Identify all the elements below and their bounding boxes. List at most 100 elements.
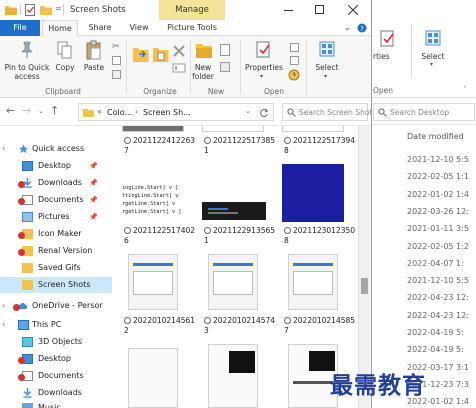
sidebar-item-3d-objects[interactable]: 3D Objects	[0, 334, 112, 350]
svg-text:?: ?	[360, 25, 364, 33]
sidebar-item-renal-version[interactable]: Renal Version	[0, 243, 112, 259]
history-icon[interactable]	[288, 69, 300, 81]
maximize-button[interactable]	[308, 2, 332, 18]
address-dropdown-icon[interactable]: ⌄	[245, 107, 251, 115]
column-header-date-modified[interactable]: Date modified	[407, 132, 464, 141]
forward-button[interactable]: →	[22, 104, 31, 117]
sidebar-item-documents-pc[interactable]: Documents	[0, 368, 112, 384]
rename-icon[interactable]	[172, 63, 186, 73]
sidebar-item-downloads[interactable]: Downloads 📌	[0, 175, 112, 191]
file-name[interactable]: 2021122412263 7	[124, 136, 198, 156]
tab-share[interactable]: Share	[82, 20, 118, 36]
file-thumbnail[interactable]	[202, 202, 266, 220]
properties-button[interactable]: Properties ▾	[242, 39, 286, 85]
scrollbar-thumb[interactable]	[361, 278, 368, 294]
sidebar-item-desktop[interactable]: Desktop 📌	[0, 158, 112, 174]
pin-to-quick-access-button[interactable]: Pin to Quick access	[2, 39, 52, 85]
file-name[interactable]: 2022010214574 3	[204, 316, 278, 336]
breadcrumb-screen-shots[interactable]: Screen Sh...	[143, 108, 191, 117]
file-name[interactable]: 2021122517402 6	[124, 226, 198, 246]
easy-access-icon[interactable]	[220, 62, 230, 72]
sidebar-item-onedrive[interactable]: › OneDrive - Persor	[0, 298, 112, 314]
new-folder-label: New folder	[192, 63, 214, 81]
move-to-icon[interactable]	[132, 44, 150, 64]
back-search-box[interactable]: Search Desktop	[373, 103, 475, 121]
background-explorer-window: rties Select ▾ Open ˆ Search Desktop Dat…	[360, 0, 476, 408]
copy-to-icon[interactable]	[152, 44, 170, 64]
paste-shortcut-icon[interactable]	[112, 70, 121, 79]
file-name[interactable]: 2021122517394 8	[284, 136, 358, 156]
copy-button[interactable]: Copy	[52, 39, 78, 85]
quick-access-toolbar-dropdown-icon[interactable]: =	[55, 4, 62, 13]
search-input[interactable]: Search Screen Shots	[282, 103, 371, 121]
properties-quick-icon[interactable]	[25, 4, 36, 16]
sidebar-item-desktop-pc[interactable]: Desktop	[0, 351, 112, 367]
breadcrumb-colors[interactable]: Colo...	[107, 108, 132, 117]
paste-button[interactable]: Paste	[80, 39, 108, 85]
tab-file[interactable]: File	[0, 20, 40, 36]
file-thumbnail[interactable]	[128, 348, 178, 408]
minimize-button[interactable]	[276, 2, 300, 18]
file-thumbnail[interactable]	[288, 254, 338, 310]
sidebar-item-this-pc[interactable]: › This PC	[0, 317, 112, 333]
file-name[interactable]: 2021123012350 8	[284, 226, 358, 246]
sidebar-item-music[interactable]: Music	[0, 400, 112, 408]
file-thumbnail[interactable]	[128, 254, 178, 310]
back-select-button[interactable]: Select ▾	[419, 28, 447, 68]
file-thumbnail[interactable]	[122, 126, 184, 132]
cut-icon[interactable]: ✂	[112, 42, 120, 52]
file-thumbnail[interactable]	[208, 344, 258, 408]
file-name[interactable]: 2022010214561 2	[124, 316, 198, 336]
file-thumbnail[interactable]	[282, 126, 344, 132]
edit-icon[interactable]	[290, 56, 299, 65]
help-icon[interactable]: ?	[357, 23, 367, 33]
folder-icon	[22, 263, 33, 273]
close-button[interactable]	[340, 2, 366, 18]
tab-view[interactable]: View	[122, 20, 156, 36]
search-icon	[287, 108, 296, 117]
window-title: Screen Shots	[70, 5, 126, 15]
new-folder-button[interactable]: New folder	[190, 39, 216, 85]
address-bar[interactable]: « Colo... › Screen Sh... ⌄	[78, 103, 274, 121]
new-item-icon[interactable]	[220, 44, 230, 56]
breadcrumb-chevron-icon[interactable]: ›	[135, 107, 138, 116]
sidebar-item-saved-gifs[interactable]: Saved Gifs	[0, 260, 112, 276]
sidebar-item-quick-access[interactable]: › Quick access	[0, 141, 112, 157]
address-overflow-chevron[interactable]: «	[97, 107, 102, 116]
tab-home[interactable]: Home	[42, 20, 78, 36]
sidebar-item-screen-shots[interactable]: Screen Shots	[0, 277, 112, 293]
file-name[interactable]: 2021122913565 1	[204, 226, 278, 246]
tab-picture-tools[interactable]: Picture Tools	[160, 20, 224, 36]
up-button[interactable]: ↑	[50, 104, 59, 117]
date-modified-cell: 2021-01-11 3:5	[407, 224, 469, 234]
file-name[interactable]: 2022010214585 7	[284, 316, 358, 336]
file-name-text: 2022010214574 3	[204, 316, 276, 335]
sidebar-item-icon-maker[interactable]: Icon Maker	[0, 226, 112, 242]
file-thumbnail[interactable]	[208, 254, 258, 310]
sidebar-item-label: Desktop	[38, 161, 71, 170]
select-button[interactable]: Select ▾	[312, 39, 342, 85]
back-ribbon-collapse-icon[interactable]: ˆ	[463, 86, 467, 94]
back-properties-button[interactable]: rties	[373, 28, 401, 68]
back-button[interactable]: ←	[6, 104, 15, 117]
file-thumbnail[interactable]	[202, 126, 264, 132]
sidebar-item-downloads-pc[interactable]: Downloads	[0, 385, 112, 401]
recent-locations-dropdown[interactable]: ⌄	[38, 107, 44, 115]
delete-icon[interactable]	[172, 44, 186, 58]
group-label-new: New	[207, 87, 225, 96]
open-icon[interactable]	[290, 43, 299, 52]
ribbon-collapse-icon[interactable]: ⌄	[344, 23, 351, 32]
file-thumbnail[interactable]: ingLine.Start[ v ] ttingLine.Start[ v rg…	[122, 178, 184, 224]
copy-path-icon[interactable]	[112, 56, 121, 65]
sidebar-item-pictures[interactable]: Pictures 📌	[0, 209, 112, 225]
refresh-icon[interactable]	[259, 108, 269, 118]
manage-tab[interactable]: Manage	[159, 0, 225, 20]
expand-chevron-icon[interactable]: ›	[2, 298, 5, 314]
file-thumbnail[interactable]	[282, 164, 344, 222]
sidebar-item-documents[interactable]: Documents 📌	[0, 192, 112, 208]
new-folder-quick-icon[interactable]	[40, 4, 52, 15]
file-name[interactable]: 2021122517385 1	[204, 136, 278, 156]
expand-chevron-icon[interactable]: ›	[2, 141, 5, 157]
expand-chevron-icon[interactable]: ›	[2, 317, 5, 333]
file-name-text: 2022010214561 2	[124, 316, 196, 335]
